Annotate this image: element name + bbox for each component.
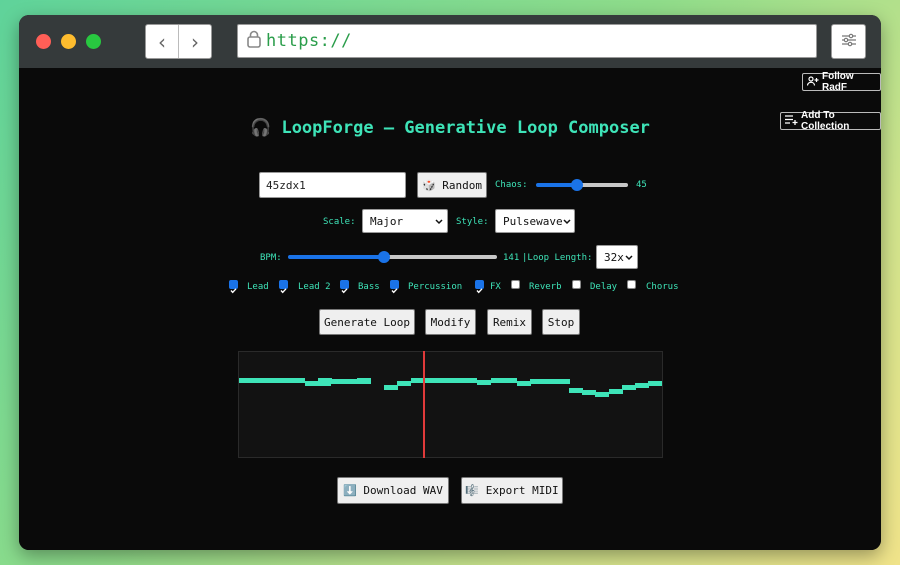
chevron-left-icon: ‹ xyxy=(158,29,166,54)
note-bar xyxy=(397,381,411,386)
stop-button[interactable]: Stop xyxy=(542,309,580,335)
track-label: Bass xyxy=(358,282,380,292)
address-bar[interactable]: https:// xyxy=(237,24,817,58)
download-wav-button[interactable]: ⬇️ Download WAV xyxy=(337,477,449,504)
page-content: Follow RadF Add To Collection 🎧 LoopForg… xyxy=(19,68,881,550)
chevron-down-icon xyxy=(435,215,443,228)
close-window-dot[interactable] xyxy=(36,34,51,49)
modify-button[interactable]: Modify xyxy=(425,309,476,335)
chevron-right-icon: › xyxy=(191,29,199,54)
note-bar xyxy=(635,383,649,388)
track-label: Lead xyxy=(247,282,269,292)
remix-button[interactable]: Remix xyxy=(487,309,532,335)
note-bar xyxy=(648,381,662,386)
scale-value: Major xyxy=(370,214,404,228)
url-text: https:// xyxy=(266,31,352,51)
browser-toolbar: ‹ › https:// xyxy=(19,15,881,68)
bpm-slider-thumb[interactable] xyxy=(378,251,391,263)
note-bar xyxy=(517,381,531,386)
note-bar xyxy=(239,378,305,383)
add-user-icon xyxy=(806,75,819,89)
note-bar xyxy=(357,378,371,383)
loop-visualizer[interactable] xyxy=(238,351,663,458)
random-button[interactable]: 🎲 Random xyxy=(417,172,487,198)
note-bar xyxy=(411,378,477,383)
note-bar xyxy=(582,390,596,395)
bpm-label: BPM: xyxy=(260,253,282,263)
playhead xyxy=(423,351,425,458)
track-checkbox[interactable] xyxy=(511,280,520,289)
track-checkbox[interactable] xyxy=(627,280,636,289)
track-checkbox[interactable] xyxy=(279,280,288,294)
note-bar xyxy=(609,389,623,394)
note-bar xyxy=(318,378,332,383)
style-label: Style: xyxy=(456,217,489,227)
note-bar xyxy=(477,380,491,385)
settings-button[interactable] xyxy=(831,24,866,59)
chaos-slider-thumb[interactable] xyxy=(571,179,584,191)
browser-window: ‹ › https:// Follow RadF Add To Collecti… xyxy=(19,15,881,550)
page-title: 🎧 LoopForge — Generative Loop Composer xyxy=(250,118,650,138)
track-checkbox[interactable] xyxy=(229,280,238,294)
style-select[interactable]: Pulsewave xyxy=(495,209,575,233)
generate-loop-button[interactable]: Generate Loop xyxy=(319,309,415,335)
note-bar xyxy=(491,378,517,383)
chevron-down-icon xyxy=(625,251,633,264)
track-label: Chorus xyxy=(646,282,679,292)
track-label: Lead 2 xyxy=(298,282,331,292)
style-value: Pulsewave xyxy=(503,214,563,228)
track-label: Delay xyxy=(590,282,618,292)
bpm-slider[interactable] xyxy=(288,251,497,263)
note-bar xyxy=(384,385,398,390)
loop-length-select[interactable]: 32x xyxy=(596,245,638,269)
back-button[interactable]: ‹ xyxy=(146,25,178,58)
scale-label: Scale: xyxy=(323,217,356,227)
maximize-window-dot[interactable] xyxy=(86,34,101,49)
chaos-label: Chaos: xyxy=(495,180,528,190)
bpm-value: 141 xyxy=(503,253,520,263)
note-bar xyxy=(595,392,609,397)
export-midi-button[interactable]: 🎼 Export MIDI xyxy=(461,477,563,504)
follow-label: Follow RadF xyxy=(822,71,854,93)
note-bar xyxy=(622,385,636,390)
minimize-window-dot[interactable] xyxy=(61,34,76,49)
forward-button[interactable]: › xyxy=(179,25,211,58)
sliders-icon xyxy=(841,32,857,51)
track-label: FX xyxy=(490,282,501,292)
chevron-down-icon xyxy=(563,215,571,228)
track-checkbox[interactable] xyxy=(340,280,349,294)
track-checkbox[interactable] xyxy=(572,280,581,289)
scale-select[interactable]: Major xyxy=(362,209,448,233)
follow-button[interactable]: Follow RadF xyxy=(802,71,881,93)
chaos-value: 45 xyxy=(636,180,647,190)
track-checkbox[interactable] xyxy=(390,280,399,294)
track-checkbox[interactable] xyxy=(475,280,484,294)
note-bar xyxy=(569,388,583,393)
loop-length-value: 32x xyxy=(604,250,624,264)
nav-buttons: ‹ › xyxy=(145,24,212,59)
track-label: Percussion xyxy=(408,282,463,292)
chaos-slider[interactable] xyxy=(536,179,628,191)
seed-input[interactable]: 45zdx1 xyxy=(259,172,406,198)
loop-length-label: |Loop Length: xyxy=(522,253,593,263)
track-label: Reverb xyxy=(529,282,562,292)
note-bar xyxy=(530,379,570,384)
lock-icon xyxy=(246,30,262,52)
